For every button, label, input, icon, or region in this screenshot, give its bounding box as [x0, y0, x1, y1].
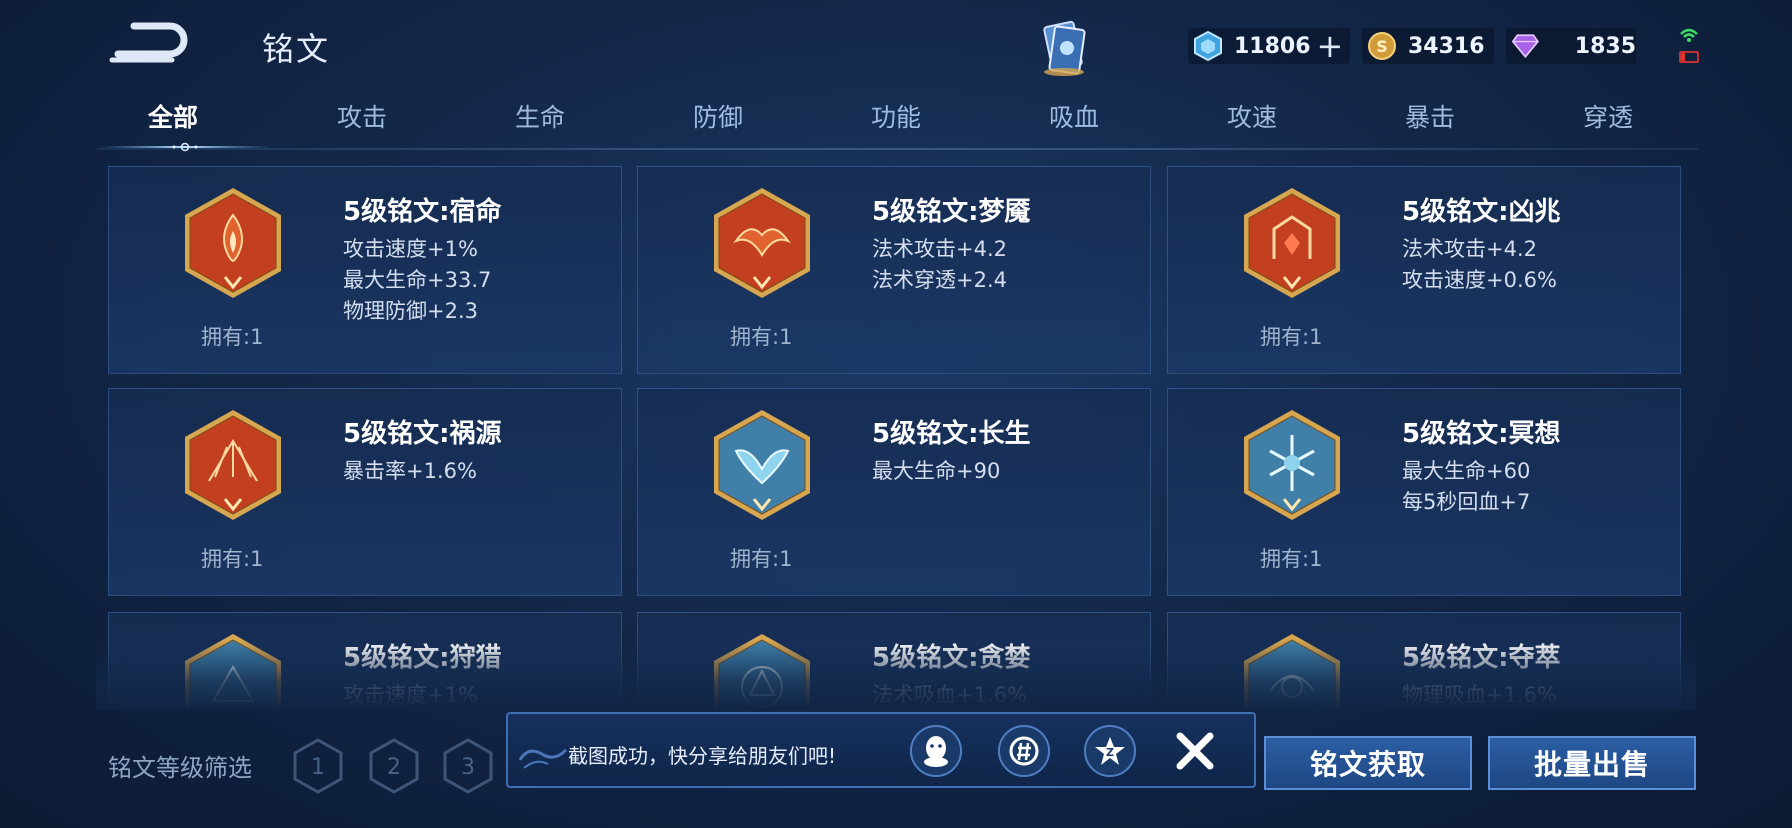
tab-critical[interactable]: 暴击: [1341, 98, 1519, 134]
gold-coin-icon: S: [1368, 32, 1396, 60]
gem-currency: 11806 +: [1188, 28, 1350, 64]
level-filter-1[interactable]: 1: [292, 738, 344, 794]
blue-inscription-icon: [714, 410, 810, 520]
share-qq-button[interactable]: [910, 725, 962, 777]
bulk-sell-button[interactable]: 批量出售: [1488, 736, 1696, 790]
inscription-stat: 每5秒回血+7: [1402, 490, 1531, 514]
category-tabs: 全部 攻击 生命 防御 功能 吸血 攻速 暴击 穿透: [96, 98, 1696, 148]
tab-health[interactable]: 生命: [451, 98, 629, 134]
inscription-name: 5级铭文:凶兆: [1402, 197, 1561, 227]
toast-message: 截图成功，快分享给朋友们吧!: [568, 744, 837, 768]
red-inscription-icon: [185, 410, 281, 520]
owned-count: 拥有:1: [1260, 325, 1323, 349]
share-qzone-button[interactable]: Z: [1084, 725, 1136, 777]
page-title: 铭文: [262, 30, 331, 68]
inscription-stat: 暴击率+1.6%: [343, 459, 477, 483]
inscription-name: 5级铭文:长生: [872, 419, 1031, 449]
inscription-card[interactable]: 5级铭文:长生最大生命+90 拥有:1: [637, 388, 1151, 596]
inscription-book-icon[interactable]: [1034, 18, 1092, 78]
inscription-name: 5级铭文:梦魇: [872, 197, 1031, 227]
inscription-stat: 法术穿透+2.4: [872, 268, 1007, 292]
owned-count: 拥有:1: [201, 547, 264, 571]
crystal-icon: [1512, 34, 1539, 59]
inscription-stat: 法术攻击+4.2: [1402, 237, 1537, 261]
back-arrow-icon: [109, 22, 188, 63]
gold-value: 34316: [1408, 33, 1485, 59]
level-filter-1-label: 1: [311, 755, 325, 780]
inscription-stat: 法术攻击+4.2: [872, 237, 1007, 261]
inscription-name: 5级铭文:冥想: [1402, 419, 1561, 449]
qq-icon: [924, 736, 948, 767]
inscription-name: 5级铭文:宿命: [343, 197, 502, 227]
gem-icon: [1194, 31, 1222, 61]
signal-battery-icon: [1678, 26, 1700, 66]
inscription-stat: 最大生命+33.7: [343, 268, 492, 292]
crystal-value: 1835: [1574, 33, 1636, 59]
tab-defense[interactable]: 防御: [629, 98, 807, 134]
scroll-fade: [96, 640, 1696, 710]
close-icon: [1176, 732, 1214, 770]
tab-utility[interactable]: 功能: [807, 98, 985, 134]
add-gem-icon[interactable]: +: [1317, 30, 1344, 62]
share-moments-button[interactable]: [998, 725, 1050, 777]
gold-currency: S 34316: [1362, 28, 1494, 64]
inscription-stat: 攻击速度+1%: [343, 237, 478, 261]
level-filter-2[interactable]: 2: [368, 738, 420, 794]
close-toast-button[interactable]: [1168, 724, 1222, 778]
inscription-stat: 最大生命+60: [1402, 459, 1531, 483]
owned-count: 拥有:1: [201, 325, 264, 349]
inscription-card[interactable]: 5级铭文:冥想最大生命+60 每5秒回血+7 拥有:1: [1167, 388, 1681, 596]
tab-all[interactable]: 全部: [84, 98, 262, 134]
svg-text:Z: Z: [1106, 746, 1114, 759]
tab-lifesteal[interactable]: 吸血: [985, 98, 1163, 134]
inscription-stat: 最大生命+90: [872, 459, 1001, 483]
red-inscription-icon: [1244, 188, 1340, 298]
inscription-card[interactable]: 5级铭文:宿命攻击速度+1% 最大生命+33.7 物理防御+2.3 拥有:1: [108, 166, 622, 374]
active-tab-indicator: [98, 142, 272, 152]
level-filter-3-label: 3: [461, 755, 475, 780]
tab-divider: [96, 148, 1698, 150]
qzone-icon: Z: [1095, 737, 1125, 765]
inscription-card[interactable]: 5级铭文:凶兆法术攻击+4.2 攻击速度+0.6% 拥有:1: [1167, 166, 1681, 374]
tab-attack[interactable]: 攻击: [273, 98, 451, 134]
crystal-currency: 1835: [1506, 28, 1636, 64]
inscription-stat: 攻击速度+0.6%: [1402, 268, 1557, 292]
level-filter-label: 铭文等级筛选: [108, 754, 252, 782]
level-filter-2-label: 2: [387, 755, 401, 780]
owned-count: 拥有:1: [1260, 547, 1323, 571]
inscription-name: 5级铭文:祸源: [343, 419, 502, 449]
get-inscription-button[interactable]: 铭文获取: [1264, 736, 1472, 790]
level-filter-3[interactable]: 3: [442, 738, 494, 794]
tab-penetration[interactable]: 穿透: [1519, 98, 1697, 134]
red-inscription-icon: [714, 188, 810, 298]
blue-inscription-icon: [1244, 410, 1340, 520]
tab-attack-speed[interactable]: 攻速: [1163, 98, 1341, 134]
owned-count: 拥有:1: [730, 547, 793, 571]
inscription-card[interactable]: 5级铭文:祸源暴击率+1.6% 拥有:1: [108, 388, 622, 596]
gem-value: 11806: [1234, 33, 1311, 59]
owned-count: 拥有:1: [730, 325, 793, 349]
svg-text:S: S: [1376, 37, 1388, 56]
back-button[interactable]: [108, 20, 192, 64]
red-inscription-icon: [185, 188, 281, 298]
cloud-swirl-icon: [518, 748, 568, 769]
inscription-stat: 物理防御+2.3: [343, 299, 478, 323]
inscription-card[interactable]: 5级铭文:梦魇法术攻击+4.2 法术穿透+2.4 拥有:1: [637, 166, 1151, 374]
wechat-moments-icon: [1009, 736, 1039, 766]
